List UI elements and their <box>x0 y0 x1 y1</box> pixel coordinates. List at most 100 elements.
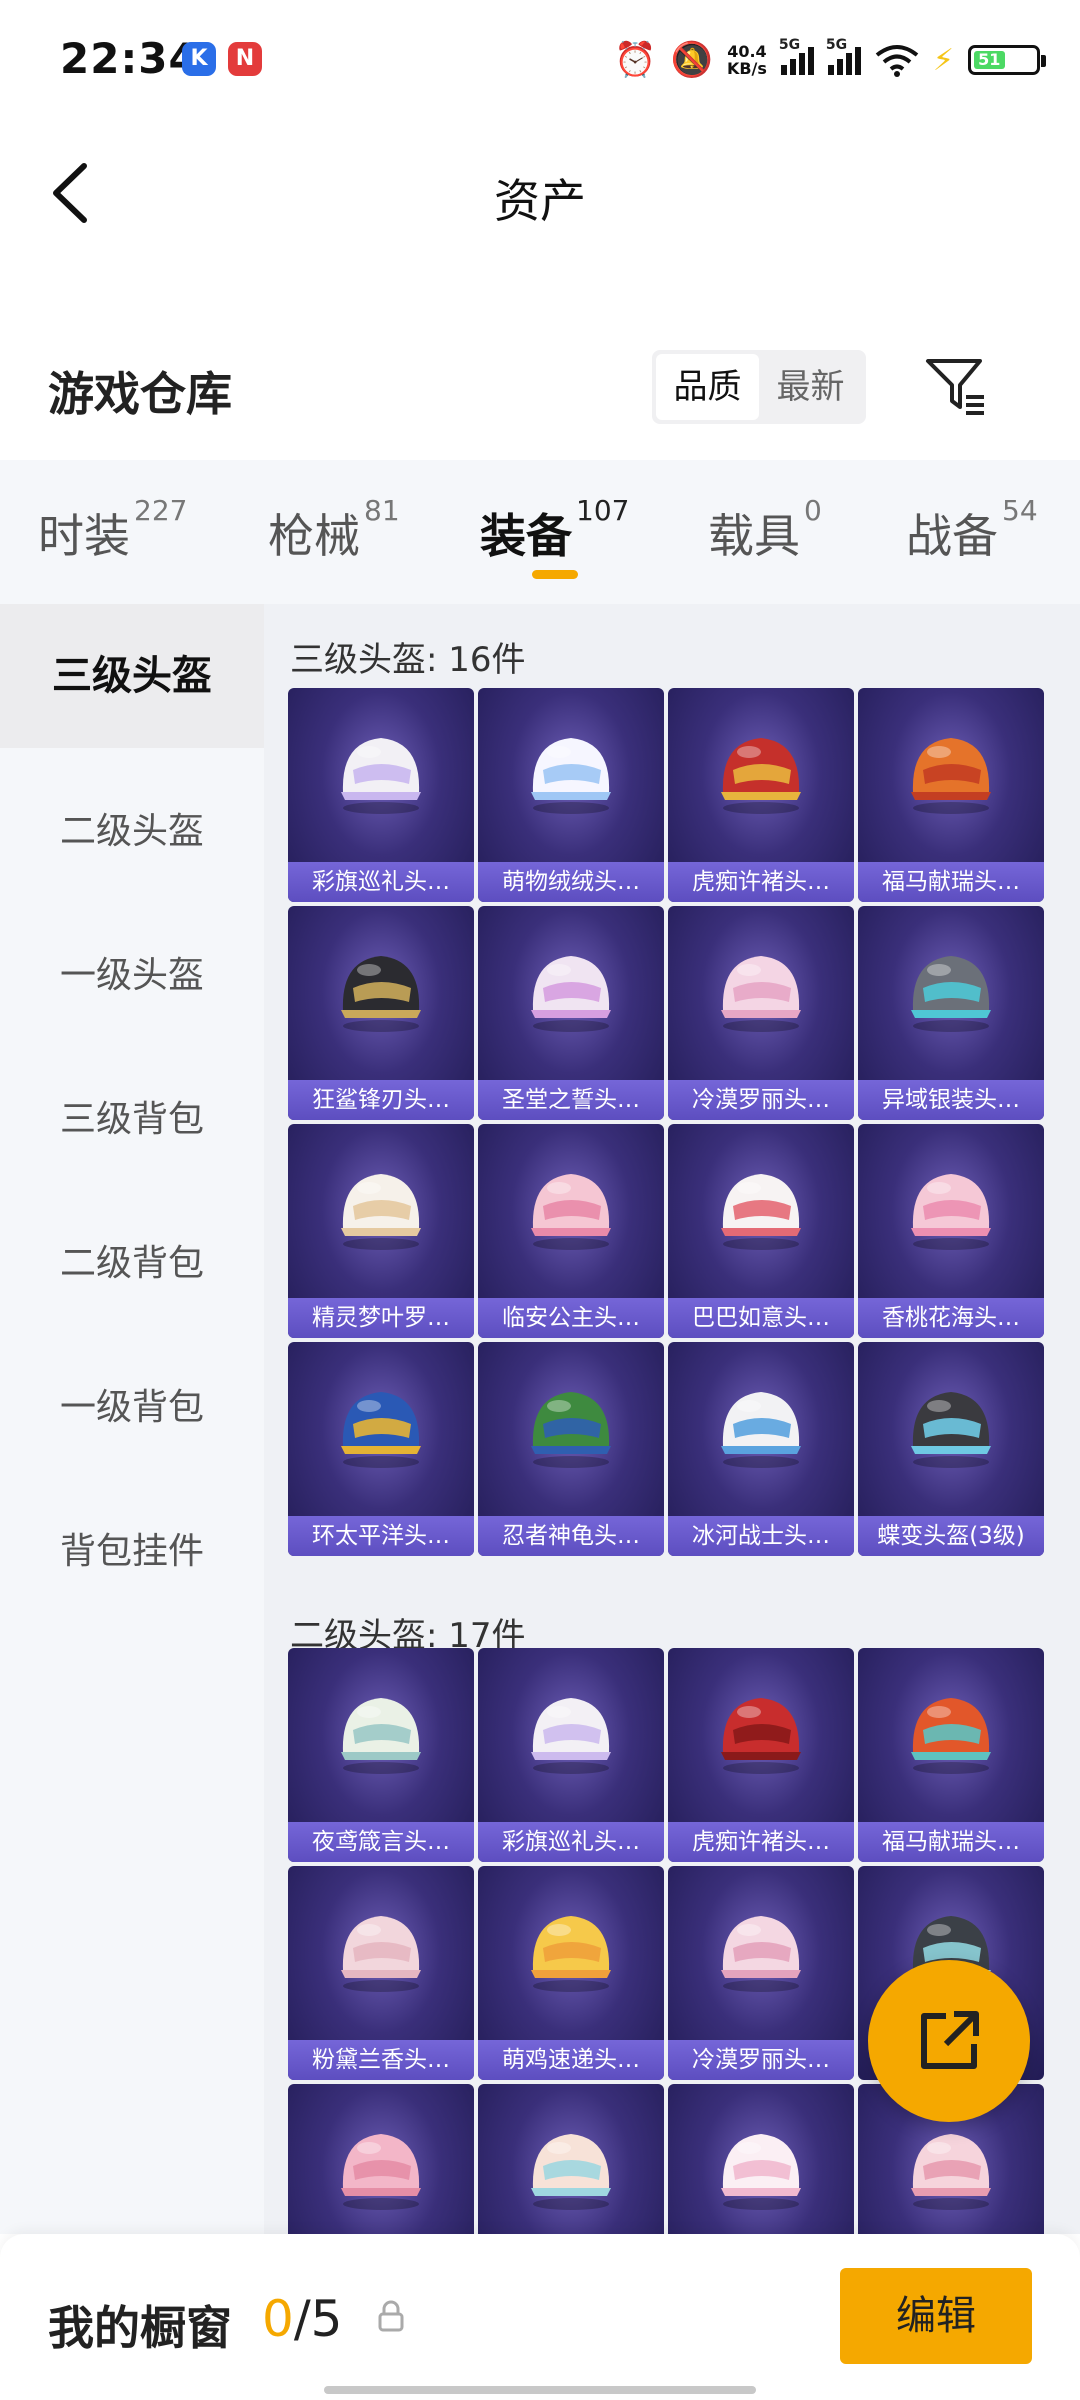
helmet-item-name: 萌物绒绒头… <box>478 862 664 902</box>
sort-toggle: 品质 最新 <box>652 350 866 424</box>
helmet-item-card[interactable]: 夜鸢箴言头… <box>288 1648 474 1862</box>
helmet-icon <box>341 1392 421 1468</box>
helmet-icon <box>531 956 611 1032</box>
helmet-icon <box>721 738 801 814</box>
showcase-bar: 我的橱窗 0/5 编辑 <box>0 2234 1080 2400</box>
tab-weapons[interactable]: 枪械 81 <box>268 494 400 566</box>
helmet-item-card[interactable]: 萌鸡速递头… <box>478 1866 664 2080</box>
helmet-item-card[interactable]: 福马献瑞头… <box>858 688 1044 902</box>
helmet-icon <box>721 956 801 1032</box>
helmet-item-name: 福马献瑞头… <box>858 862 1044 902</box>
helmet-item-card[interactable]: 冰河战士头… <box>668 1342 854 1556</box>
helmet-item-card[interactable]: 萌物绒绒头… <box>478 688 664 902</box>
section-title-level3-helmet: 三级头盔: 16件 <box>290 640 526 680</box>
tab-vehicles[interactable]: 载具 0 <box>708 494 822 566</box>
helmet-icon <box>721 1698 801 1774</box>
page-title: 资产 <box>494 174 586 228</box>
sidebar-item-level2-backpack[interactable]: 二级背包 <box>0 1234 264 1286</box>
helmet-icon <box>721 2134 801 2210</box>
sidebar-item-level3-backpack[interactable]: 三级背包 <box>0 1090 264 1142</box>
signal-icon: 5G <box>779 37 814 75</box>
helmet-icon <box>911 1392 991 1468</box>
helmet-item-card[interactable] <box>288 2084 474 2234</box>
helmet-item-card[interactable]: 忍者神龟头… <box>478 1342 664 1556</box>
sidebar-item-level1-backpack[interactable]: 一级背包 <box>0 1378 264 1430</box>
helmet-icon <box>341 956 421 1032</box>
category-tabs: 时装 227 枪械 81 装备 107 载具 0 战备 54 <box>0 460 1080 604</box>
helmet-item-name: 夜鸢箴言头… <box>288 1822 474 1862</box>
helmet-item-name: 临安公主头… <box>478 1298 664 1338</box>
status-time: 22:34 <box>60 34 199 83</box>
helmet-item-name: 虎痴许褚头… <box>668 862 854 902</box>
sort-option-latest[interactable]: 最新 <box>759 354 862 420</box>
helmet-icon <box>341 1698 421 1774</box>
sort-option-quality[interactable]: 品质 <box>656 354 759 420</box>
showcase-label: 我的橱窗 <box>48 2301 232 2355</box>
helmet-icon <box>911 738 991 814</box>
helmet-icon <box>531 1392 611 1468</box>
helmet-item-card[interactable]: 环太平洋头… <box>288 1342 474 1556</box>
helmet-icon <box>911 1174 991 1250</box>
filter-icon <box>926 359 984 415</box>
helmet-item-name: 狂鲨锋刃头… <box>288 1080 474 1120</box>
status-icons: ⏰ 🔕 40.4 KB/s 5G 5G ⚡ 51 <box>614 36 1046 84</box>
helmet-item-name: 圣堂之誓头… <box>478 1080 664 1120</box>
app-notification-icon-netease: N <box>228 42 262 76</box>
helmet-item-card[interactable]: 狂鲨锋刃头… <box>288 906 474 1120</box>
sidebar-item-level2-helmet[interactable]: 二级头盔 <box>0 802 264 854</box>
helmet-icon <box>911 2134 991 2210</box>
helmet-item-card[interactable]: 粉黛兰香头… <box>288 1866 474 2080</box>
helmet-item-name: 粉黛兰香头… <box>288 2040 474 2080</box>
helmet-item-card[interactable]: 圣堂之誓头… <box>478 906 664 1120</box>
helmet-item-name: 环太平洋头… <box>288 1516 474 1556</box>
tab-supplies[interactable]: 战备 54 <box>906 494 1038 566</box>
helmet-item-card[interactable]: 临安公主头… <box>478 1124 664 1338</box>
helmet-icon <box>721 1916 801 1992</box>
helmet-item-name: 冷漠罗丽头… <box>668 1080 854 1120</box>
helmet-item-card[interactable]: 异域银装头… <box>858 906 1044 1120</box>
helmet-icon <box>531 2134 611 2210</box>
helmet-item-card[interactable]: 精灵梦叶罗… <box>288 1124 474 1338</box>
tab-fashion[interactable]: 时装 227 <box>38 494 187 566</box>
share-fab-button[interactable] <box>868 1960 1030 2122</box>
helmet-item-name: 香桃花海头… <box>858 1298 1044 1338</box>
status-bar: 22:34 K N ⏰ 🔕 40.4 KB/s 5G 5G ⚡ 51 <box>0 0 1080 120</box>
share-external-icon <box>921 2011 979 2069</box>
helmet-item-card[interactable]: 福马献瑞头… <box>858 1648 1044 1862</box>
filter-button[interactable] <box>924 355 988 419</box>
helmet-icon <box>911 1698 991 1774</box>
helmet-item-card[interactable]: 冷漠罗丽头… <box>668 906 854 1120</box>
helmet-item-name: 巴巴如意头… <box>668 1298 854 1338</box>
helmet-icon <box>531 1698 611 1774</box>
tab-equipment[interactable]: 装备 107 <box>480 494 629 566</box>
helmet-item-card[interactable] <box>478 2084 664 2234</box>
app-notification-icon-k: K <box>182 42 216 76</box>
wifi-icon <box>875 45 919 77</box>
alarm-icon: ⏰ <box>614 40 657 80</box>
helmet-item-card[interactable]: 巴巴如意头… <box>668 1124 854 1338</box>
helmet-item-card[interactable]: 虎痴许褚头… <box>668 1648 854 1862</box>
helmet-item-name: 忍者神龟头… <box>478 1516 664 1556</box>
warehouse-title: 游戏仓库 <box>48 367 232 421</box>
helmet-item-card[interactable]: 蝶变头盔(3级) <box>858 1342 1044 1556</box>
helmet-item-card[interactable]: 彩旗巡礼头… <box>288 688 474 902</box>
helmet-item-name: 彩旗巡礼头… <box>478 1822 664 1862</box>
helmet-item-card[interactable]: 冷漠罗丽头… <box>668 1866 854 2080</box>
sidebar-item-level3-helmet[interactable]: 三级头盔 <box>0 604 264 748</box>
edit-button[interactable]: 编辑 <box>840 2268 1032 2364</box>
charging-icon: ⚡ <box>932 42 954 78</box>
helmet-item-name: 虎痴许褚头… <box>668 1822 854 1862</box>
helmet-icon <box>531 738 611 814</box>
helmet-item-card[interactable]: 虎痴许褚头… <box>668 688 854 902</box>
helmet-item-name: 萌鸡速递头… <box>478 2040 664 2080</box>
subcategory-sidebar: 三级头盔 二级头盔 一级头盔 三级背包 二级背包 一级背包 背包挂件 <box>0 604 264 2234</box>
sidebar-item-level1-helmet[interactable]: 一级头盔 <box>0 946 264 998</box>
helmet-item-card[interactable]: 彩旗巡礼头… <box>478 1648 664 1862</box>
helmet-item-name: 精灵梦叶罗… <box>288 1298 474 1338</box>
battery-icon: 51 <box>968 45 1046 75</box>
helmet-icon <box>341 738 421 814</box>
helmet-item-card[interactable]: 香桃花海头… <box>858 1124 1044 1338</box>
sidebar-item-backpack-charm[interactable]: 背包挂件 <box>0 1522 264 1574</box>
helmet-item-name: 福马献瑞头… <box>858 1822 1044 1862</box>
helmet-item-card[interactable] <box>668 2084 854 2234</box>
